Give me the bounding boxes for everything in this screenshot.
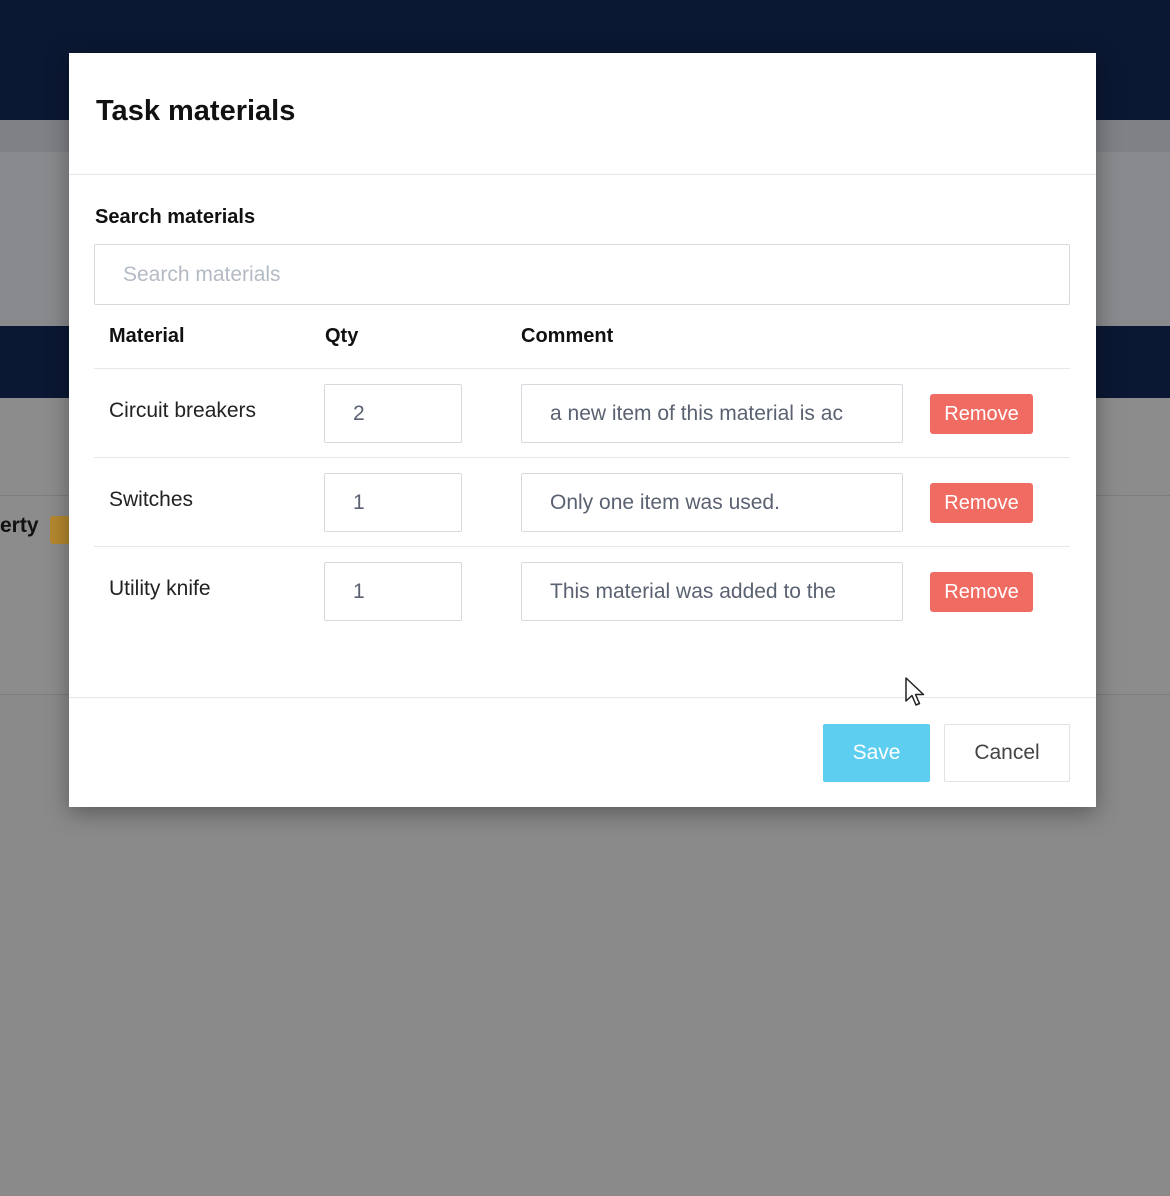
background-partial-text: erty <box>0 514 39 537</box>
remove-button[interactable]: Remove <box>930 483 1033 523</box>
table-row: Circuit breakers Remove <box>94 368 1070 457</box>
cancel-button[interactable]: Cancel <box>944 724 1070 782</box>
modal-header: Task materials <box>69 53 1096 175</box>
remove-button[interactable]: Remove <box>930 572 1033 612</box>
search-materials-label: Search materials <box>95 206 256 228</box>
modal-footer: Save Cancel <box>69 697 1096 807</box>
table-row: Utility knife Remove <box>94 546 1070 635</box>
comment-input[interactable] <box>521 384 903 443</box>
material-name: Circuit breakers <box>109 399 257 422</box>
qty-input[interactable] <box>324 473 462 532</box>
column-header-comment: Comment <box>521 325 614 347</box>
modal-title: Task materials <box>96 95 296 127</box>
search-materials-input[interactable] <box>94 244 1070 305</box>
qty-input[interactable] <box>324 384 462 443</box>
material-name: Utility knife <box>109 577 211 600</box>
table-row: Switches Remove <box>94 457 1070 546</box>
comment-input[interactable] <box>521 562 903 621</box>
remove-button[interactable]: Remove <box>930 394 1033 434</box>
task-materials-modal: Task materials Search materials Material… <box>69 53 1096 807</box>
save-button[interactable]: Save <box>823 724 930 782</box>
column-header-material: Material <box>109 325 185 347</box>
mouse-cursor-icon <box>905 677 925 706</box>
material-name: Switches <box>109 488 194 511</box>
comment-input[interactable] <box>521 473 903 532</box>
qty-input[interactable] <box>324 562 462 621</box>
background-badge <box>50 516 70 544</box>
column-header-qty: Qty <box>325 325 359 347</box>
